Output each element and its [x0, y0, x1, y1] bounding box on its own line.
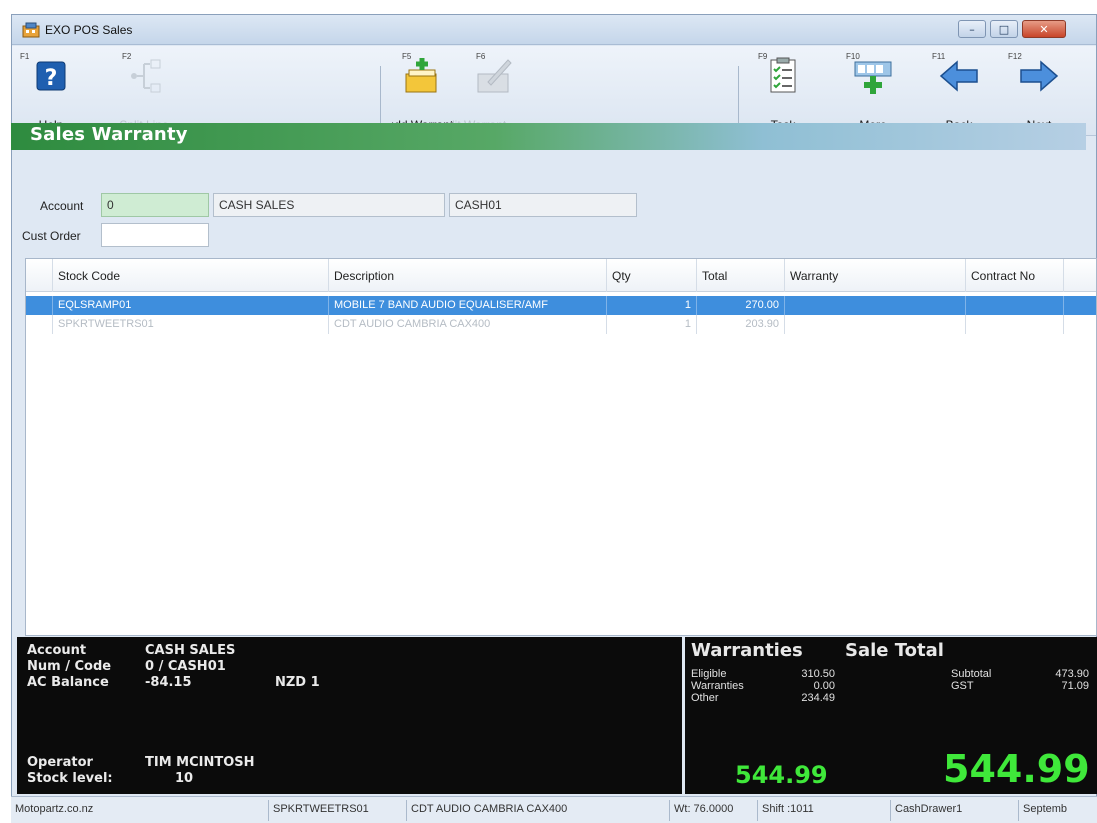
column-header-contract-no[interactable]: Contract No [966, 259, 1064, 292]
info-account-label: Account [27, 643, 87, 658]
add-warranty-icon [405, 58, 437, 93]
customer-info-panel: Account CASH SALES Num / Code 0 / CASH01… [17, 637, 682, 794]
split-line-icon [131, 59, 161, 93]
cell-stock-code: SPKRTWEETRS01 [53, 315, 329, 334]
gst-value: 71.09 [1061, 680, 1089, 692]
cell-stock-code: EQLSRAMP01 [53, 296, 329, 315]
subtotal-value: 473.90 [1055, 668, 1089, 680]
warranties-title: Warranties [691, 640, 803, 661]
cell-contract-no[interactable] [966, 315, 1064, 334]
cust-order-input[interactable] [101, 223, 209, 247]
totals-panel: Warranties Sale Total Eligible 310.50 Wa… [685, 637, 1097, 794]
account-number-field[interactable]: 0 [101, 193, 209, 217]
row-indicator [26, 315, 53, 334]
minimize-icon: – [969, 22, 975, 36]
account-name-field[interactable]: CASH SALES [213, 193, 445, 217]
page-title: Sales Warranty [30, 124, 188, 145]
cell-warranty[interactable] [785, 315, 966, 334]
grid-header: Stock Code Description Qty Total Warrant… [26, 259, 1096, 292]
cell-total: 203.90 [697, 315, 785, 334]
warranties-value: 0.00 [813, 680, 835, 692]
cust-order-label: Cust Order [22, 229, 81, 243]
svg-text:?: ? [45, 66, 58, 91]
table-row[interactable]: SPKRTWEETRS01 CDT AUDIO CAMBRIA CAX400 1… [26, 315, 1096, 334]
column-header-stock-code[interactable]: Stock Code [53, 259, 329, 292]
edit-warranty-icon [477, 59, 512, 93]
gst-label: GST [951, 680, 974, 692]
eligible-label: Eligible [691, 668, 727, 680]
status-cash-drawer: CashDrawer1 [891, 800, 1019, 821]
cell-warranty[interactable] [785, 296, 966, 315]
info-ac-balance-value: -84.15 [145, 675, 192, 690]
eligible-value: 310.50 [801, 668, 835, 680]
status-weight: Wt: 76.0000 [670, 800, 758, 821]
help-key: F1 [20, 52, 30, 61]
window-title: EXO POS Sales [45, 23, 133, 37]
status-description: CDT AUDIO CAMBRIA CAX400 [407, 800, 670, 821]
info-currency: NZD 1 [275, 675, 320, 690]
cell-qty: 1 [607, 315, 697, 334]
status-stock-code: SPKRTWEETRS01 [269, 800, 407, 821]
account-label: Account [40, 199, 84, 213]
other-value: 234.49 [801, 692, 835, 704]
warranty-total-display: 544.99 [735, 761, 828, 789]
help-icon: ? [36, 61, 66, 91]
info-stock-level-value: 10 [175, 771, 194, 786]
info-account-value: CASH SALES [145, 643, 236, 658]
more-icon [854, 61, 892, 94]
sales-lines-grid: Stock Code Description Qty Total Warrant… [25, 258, 1097, 636]
close-button[interactable]: ✕ [1022, 20, 1066, 38]
info-operator-value: TIM MCINTOSH [145, 755, 255, 770]
column-header-total[interactable]: Total [697, 259, 785, 292]
cell-qty: 1 [607, 296, 697, 315]
cell-total: 270.00 [697, 296, 785, 315]
warranties-label: Warranties [691, 680, 744, 692]
status-date: Septemb [1023, 803, 1068, 815]
status-bar: Motopartz.co.nz SPKRTWEETRS01 CDT AUDIO … [11, 796, 1097, 823]
status-site: Motopartz.co.nz [11, 800, 269, 821]
next-arrow-icon [1020, 60, 1059, 92]
back-arrow-icon [939, 60, 978, 92]
maximize-icon: □ [998, 22, 1010, 36]
app-icon [22, 22, 40, 38]
cell-description: CDT AUDIO CAMBRIA CAX400 [329, 315, 607, 334]
maximize-button[interactable]: □ [990, 20, 1018, 38]
task-icon [770, 57, 796, 93]
sale-total-display: 544.99 [943, 747, 1090, 791]
column-header-warranty[interactable]: Warranty [785, 259, 966, 292]
cell-description: MOBILE 7 BAND AUDIO EQUALISER/AMF [329, 296, 607, 315]
toolbar-separator [738, 66, 739, 128]
subtotal-label: Subtotal [951, 668, 992, 680]
info-num-code-value: 0 / CASH01 [145, 659, 226, 674]
status-shift: Shift :1011 [758, 800, 891, 821]
info-num-code-label: Num / Code [27, 659, 112, 674]
sale-total-title: Sale Total [845, 640, 944, 661]
other-label: Other [691, 692, 719, 704]
cell-contract-no[interactable] [966, 296, 1064, 315]
row-indicator-header [26, 259, 53, 292]
minimize-button[interactable]: – [958, 20, 986, 38]
column-header-description[interactable]: Description [329, 259, 607, 292]
info-ac-balance-label: AC Balance [27, 675, 109, 690]
account-code-field[interactable]: CASH01 [449, 193, 637, 217]
column-header-qty[interactable]: Qty [607, 259, 697, 292]
info-stock-level-label: Stock level: [27, 771, 113, 786]
table-row[interactable]: EQLSRAMP01 MOBILE 7 BAND AUDIO EQUALISER… [26, 296, 1096, 315]
title-bar[interactable]: EXO POS Sales – □ ✕ [12, 15, 1096, 45]
row-indicator [26, 296, 53, 315]
close-icon: ✕ [1039, 22, 1049, 36]
info-operator-label: Operator [27, 755, 93, 770]
